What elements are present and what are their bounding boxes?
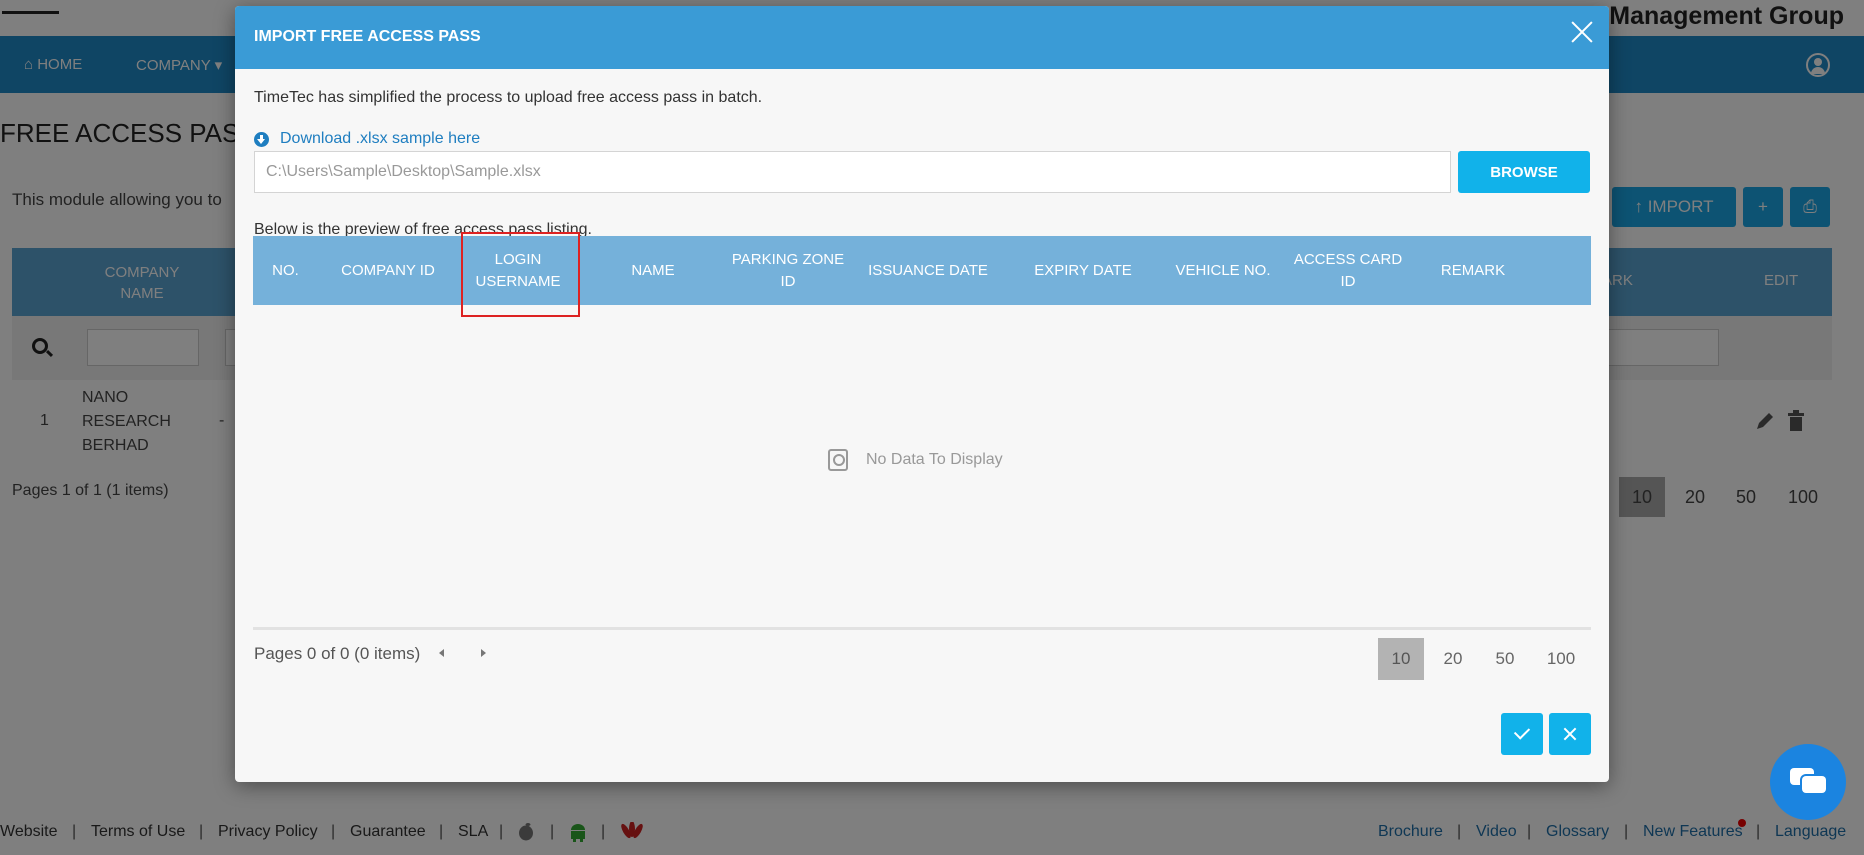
pager-next-icon[interactable] (481, 649, 486, 657)
col-name[interactable]: NAME (578, 236, 728, 305)
cancel-button[interactable] (1549, 713, 1591, 755)
browse-button[interactable]: BROWSE (1458, 151, 1590, 193)
download-icon (254, 131, 269, 147)
col-expiry-date[interactable]: EXPIRY DATE (1008, 236, 1158, 305)
col-no[interactable]: NO. (253, 236, 318, 305)
col-issuance-date[interactable]: ISSUANCE DATE (848, 236, 1008, 305)
import-modal: IMPORT FREE ACCESS PASS TimeTec has simp… (235, 6, 1609, 782)
download-sample-label: Download .xlsx sample here (280, 130, 481, 147)
confirm-button[interactable] (1501, 713, 1543, 755)
page-size-100[interactable]: 100 (1538, 638, 1584, 680)
page-size-20[interactable]: 20 (1430, 638, 1476, 680)
modal-pager-text: Pages 0 of 0 (0 items) (254, 644, 421, 663)
preview-grid-header: NO. COMPANY ID LOGIN USERNAME NAME PARKI… (253, 236, 1591, 305)
col-vehicle-no[interactable]: VEHICLE NO. (1158, 236, 1288, 305)
modal-title: IMPORT FREE ACCESS PASS (254, 28, 481, 45)
col-access-card-id[interactable]: ACCESS CARD ID (1288, 236, 1408, 305)
col-parking-zone-id[interactable]: PARKING ZONE ID (728, 236, 848, 305)
file-path-input[interactable] (254, 151, 1451, 193)
close-icon[interactable] (1569, 19, 1595, 45)
chat-button[interactable] (1770, 744, 1846, 820)
grid-divider (253, 627, 1591, 630)
download-sample-link[interactable]: Download .xlsx sample here (254, 130, 480, 148)
col-remark[interactable]: REMARK (1408, 236, 1538, 305)
no-data-icon (828, 449, 848, 471)
page-size-10[interactable]: 10 (1378, 638, 1424, 680)
col-company-id[interactable]: COMPANY ID (318, 236, 458, 305)
page-size-50[interactable]: 50 (1482, 638, 1528, 680)
pager-prev-icon[interactable] (439, 649, 444, 657)
highlight-box (461, 232, 580, 317)
no-data-message: No Data To Display (828, 449, 1003, 471)
no-data-text: No Data To Display (866, 451, 1003, 468)
modal-intro: TimeTec has simplified the process to up… (254, 89, 763, 106)
modal-header: IMPORT FREE ACCESS PASS (235, 6, 1609, 69)
